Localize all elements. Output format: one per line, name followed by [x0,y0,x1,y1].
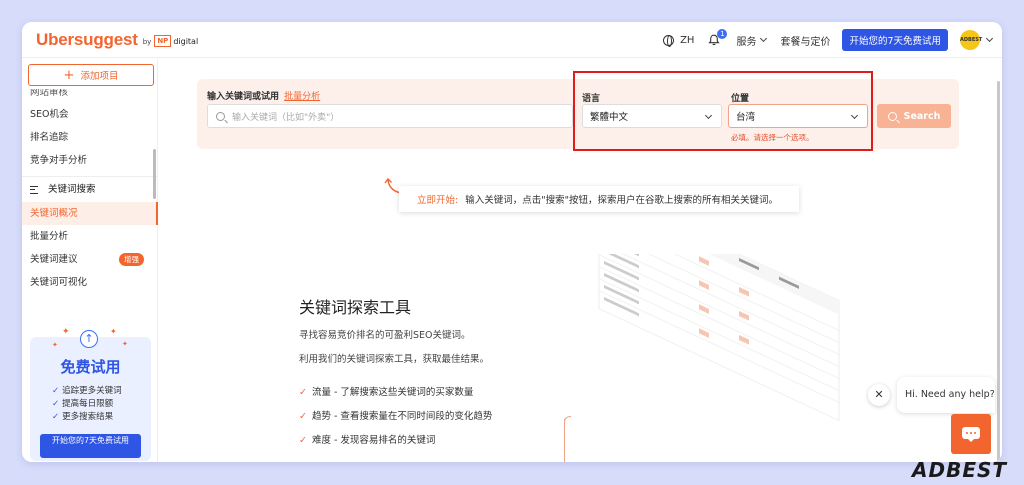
feature-item: ✓ 趋势 - 查看搜索量在不同时间段的变化趋势 [299,408,492,422]
avatar[interactable]: ADBEST [960,30,982,50]
sidebar-item-keyword-visualization[interactable]: 关键词可视化 [22,271,158,294]
sidebar-item-label: 关键词建议 [30,254,78,265]
sidebar-scrollbar[interactable] [153,149,156,199]
chevron-down-icon [760,34,768,43]
watermark: ADBEST [912,458,1008,482]
pricing-link[interactable]: 套餐与定价 [780,33,830,48]
sidebar: + 添加项目 网站审核 SEO机会 排名追踪 竞争对手分析 关键词搜索 关键词概… [22,59,158,462]
promo-trial-button[interactable]: 开始您的7天免费试用 [40,434,141,458]
search-button-label: Search [903,110,941,122]
search-button[interactable]: Search [877,104,951,128]
language-code: ZH [680,34,695,46]
tool-description: 寻找容易竞价排名的可盈利SEO关键词。 [299,330,471,341]
keyword-input-label: 输入关键词或试用 批量分析 [207,89,320,102]
chat-launcher-button[interactable] [951,414,991,454]
tool-description: 利用我们的关键词探索工具，获取最佳结果。 [299,354,490,365]
free-trial-button[interactable]: 开始您的7天免费试用 [842,29,948,51]
decorative-line [564,416,571,462]
sidebar-item-competitor-analysis[interactable]: 竞争对手分析 [22,149,158,172]
keyword-search-icon [30,185,42,195]
promo-benefit: ✓ 提高每日限额 [52,398,122,411]
benefit-text: 追踪更多关键词 [62,386,122,396]
check-icon: ✓ [299,435,307,446]
tool-title: 关键词探索工具 [299,298,412,317]
chat-icon [962,427,980,442]
arrow-up-icon: ↑ [80,330,98,348]
sparkle-icon: ✦ [110,327,117,336]
check-icon: ✓ [52,412,60,422]
add-project-label: 添加项目 [80,71,119,82]
language-switcher[interactable]: ZH [663,34,695,47]
table-illustration [598,254,840,422]
sidebar-item-rank-tracking[interactable]: 排名追踪 [22,126,158,149]
notifications-button[interactable]: 1 [708,29,728,46]
search-icon [216,111,225,121]
promo-benefits: ✓ 追踪更多关键词 ✓ 提高每日限额 ✓ 更多搜索结果 [52,385,122,424]
pricing-label: 套餐与定价 [780,36,831,48]
main-scrollbar[interactable] [997,81,1000,461]
sidebar-nav: 网站审核 SEO机会 排名追踪 竞争对手分析 关键词搜索 关键词概况 批量分析 … [22,89,158,294]
check-icon: ✓ [299,411,307,422]
sidebar-item-keyword-overview[interactable]: 关键词概况 [22,202,158,225]
chevron-down-icon[interactable] [985,34,994,43]
section-label: 关键词搜索 [48,183,96,195]
keyword-placeholder: 输入关键词（比如"外卖"） [232,112,340,123]
feature-item: ✓ 流量 - 了解搜索这些关键词的买家数量 [299,384,473,398]
feature-text: 难度 - 发现容易排名的关键词 [311,435,436,446]
hint-text: 输入关键词，点击"搜索"按钮，探索用户在谷歌上搜索的所有相关关键词。 [465,195,778,206]
feature-item: ✓ 难度 - 发现容易排名的关键词 [299,432,435,446]
logo-by: by [142,37,152,46]
sidebar-item-seo-opportunities[interactable]: SEO机会 [22,103,158,126]
plus-icon: + [63,67,75,83]
feature-text: 趋势 - 查看搜索量在不同时间段的变化趋势 [311,411,493,422]
logo-text: Ubersuggest [36,30,138,49]
np-badge: NP [154,35,172,47]
sidebar-item-site-audit[interactable]: 网站审核 [22,89,158,103]
sparkle-icon: ✦ [122,340,128,348]
header-actions: ZH 1 服务 套餐与定价 开始您的7天免费试用 ADBEST [649,28,994,52]
check-icon: ✓ [52,399,60,409]
notification-count: 1 [717,29,728,39]
sidebar-item-keyword-ideas[interactable]: 关键词建议 增强 [22,248,158,271]
chat-bubble[interactable]: Hi. Need any help? [897,377,995,413]
sidebar-item-bulk-analysis[interactable]: 批量分析 [22,225,158,248]
benefit-text: 提高每日限额 [62,399,114,409]
app-window: Ubersuggest by NP digital ZH 1 服务 套餐与定价 [22,22,1002,462]
free-trial-card: ✦ ✦ ✦ ✦ ↑ 免费试用 ✓ 追踪更多关键词 ✓ 提高每日限额 ✓ 更多搜索结果 … [30,327,151,461]
check-icon: ✓ [299,387,307,398]
bell-icon: 1 [708,29,728,46]
promo-title: 免费试用 [60,358,121,376]
getting-started-hint: 立即开始: 输入关键词，点击"搜索"按钮，探索用户在谷歌上搜索的所有相关关键词。 [399,186,799,212]
enhanced-badge: 增强 [119,253,144,266]
promo-benefit: ✓ 追踪更多关键词 [52,385,122,398]
sidebar-section-keyword-research[interactable]: 关键词搜索 [22,176,158,202]
bulk-analysis-link[interactable]: 批量分析 [284,92,320,102]
services-label: 服务 [736,36,757,48]
services-menu[interactable]: 服务 [736,33,768,48]
add-project-button[interactable]: + 添加项目 [28,64,154,86]
top-header: Ubersuggest by NP digital ZH 1 服务 套餐与定价 [22,22,1002,58]
check-icon: ✓ [52,386,60,396]
logo[interactable]: Ubersuggest by NP digital [36,30,198,50]
feature-text: 流量 - 了解搜索这些关键词的买家数量 [311,387,474,398]
search-icon [887,111,897,121]
sparkle-icon: ✦ [62,327,70,337]
label-text: 输入关键词或试用 [207,92,280,102]
hint-highlight: 立即开始: [417,195,459,206]
keyword-input[interactable]: 输入关键词（比如"外卖"） [207,104,573,128]
benefit-text: 更多搜索结果 [62,412,114,422]
promo-benefit: ✓ 更多搜索结果 [52,411,122,424]
highlight-frame [573,71,873,151]
globe-icon [663,34,675,47]
close-chat-button[interactable]: ✕ [868,384,890,406]
np-digital: digital [173,36,199,46]
sparkle-icon: ✦ [52,341,58,349]
